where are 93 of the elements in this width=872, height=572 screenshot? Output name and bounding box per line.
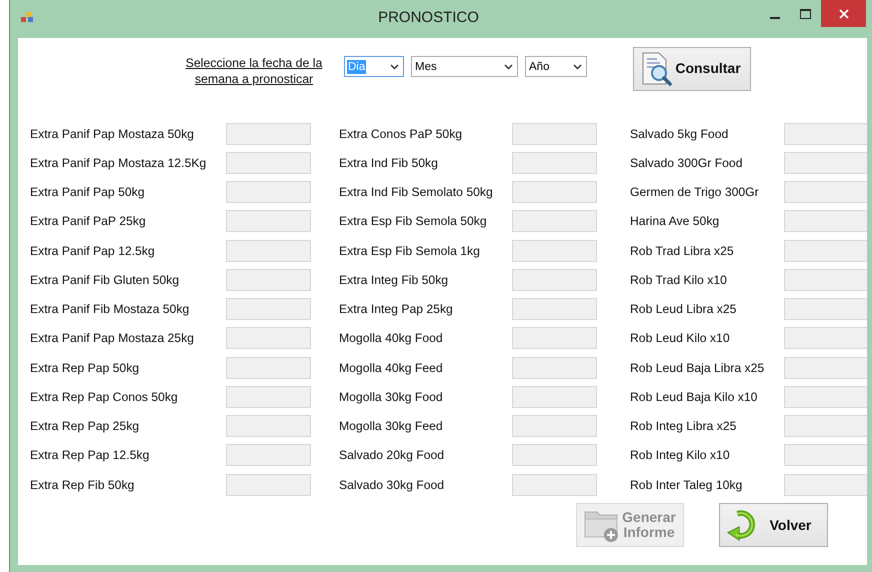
quantity-field[interactable] [784, 181, 867, 204]
quantity-field[interactable] [226, 240, 311, 262]
quantity-field[interactable] [784, 152, 867, 174]
product-label: Extra Panif Pap 12.5kg [30, 244, 156, 258]
product-label: Extra Panif PaP 25kg [30, 214, 147, 228]
quantity-field[interactable] [784, 298, 867, 320]
product-label: Rob Inter Taleg 10kg [630, 478, 744, 492]
quantity-field[interactable] [784, 210, 867, 232]
chevron-down-icon [573, 64, 582, 70]
quantity-field[interactable] [226, 152, 311, 174]
product-label: Extra Rep Pap 12.5kg [30, 448, 150, 462]
product-label: Extra Ind Fib Semolato 50kg [339, 185, 494, 200]
date-prompt: Seleccione la fecha de la semana a pronosticar [184, 55, 324, 87]
search-document-icon [640, 52, 672, 86]
quantity-field[interactable] [512, 444, 597, 466]
quantity-field[interactable] [226, 181, 311, 204]
quantity-field[interactable] [512, 356, 597, 379]
minimize-icon [770, 16, 780, 18]
quantity-field[interactable] [226, 327, 311, 350]
quantity-field[interactable] [512, 298, 597, 320]
product-label: Extra Rep Pap Conos 50kg [30, 390, 179, 404]
product-label: Rob Leud Baja Libra x25 [630, 360, 766, 375]
product-label: Harina Ave 50kg [630, 214, 720, 228]
product-label: Extra Rep Pap 25kg [30, 419, 140, 434]
quantity-field[interactable] [512, 152, 597, 174]
quantity-field[interactable] [512, 122, 597, 145]
product-label: Salvado 20kg Food [339, 448, 446, 462]
quantity-field[interactable] [784, 356, 867, 379]
close-icon [838, 8, 848, 18]
quantity-field[interactable] [784, 415, 867, 438]
product-label: Salvado 300Gr Food [630, 156, 744, 170]
product-label: Rob Trad Libra x25 [630, 244, 735, 258]
product-label: Extra Panif Pap 50kg [30, 185, 146, 200]
quantity-field[interactable] [512, 415, 597, 438]
quantity-field[interactable] [784, 474, 867, 496]
product-label: Extra Panif Pap Mostaza 12.5Kg [30, 156, 208, 170]
close-button[interactable] [821, 0, 866, 27]
quantity-field[interactable] [784, 444, 867, 466]
product-label: Salvado 30kg Food [339, 478, 446, 492]
quantity-field[interactable] [512, 474, 597, 496]
quantity-field[interactable] [226, 356, 311, 379]
product-label: Extra Esp Fib Semola 50kg [339, 214, 488, 228]
product-label: Extra Panif Pap Mostaza 50kg [30, 126, 195, 141]
chevron-down-icon [390, 64, 399, 70]
product-label: Extra Panif Fib Mostaza 50kg [30, 302, 190, 316]
product-label: Extra Conos PaP 50kg [339, 126, 464, 141]
quantity-field[interactable] [784, 122, 867, 145]
product-label: Extra Panif Fib Gluten 50kg [30, 272, 180, 287]
product-label: Extra Esp Fib Semola 1kg [339, 244, 481, 258]
quantity-field[interactable] [226, 298, 311, 320]
product-label: Mogolla 40kg Food [339, 331, 444, 346]
window-title: PRONOSTICO [378, 9, 479, 26]
quantity-field[interactable] [784, 386, 867, 408]
quantity-field[interactable] [512, 386, 597, 408]
product-label: Rob Leud Kilo x10 [630, 331, 731, 346]
product-label: Mogolla 30kg Food [339, 390, 444, 404]
product-label: Mogolla 40kg Feed [339, 360, 444, 375]
quantity-field[interactable] [226, 386, 311, 408]
quantity-field[interactable] [512, 268, 597, 291]
app-icon [21, 11, 34, 23]
dropdown[interactable]: Mes [411, 56, 518, 77]
consultar-button[interactable]: Consultar [633, 47, 751, 91]
dropdown[interactable]: Año [525, 56, 587, 77]
product-label: Extra Integ Pap 25kg [339, 302, 454, 316]
product-label: Rob Trad Kilo x10 [630, 272, 728, 287]
quantity-field[interactable] [226, 122, 311, 145]
quantity-field[interactable] [226, 415, 311, 438]
chevron-down-icon [504, 64, 513, 70]
product-label: Extra Ind Fib 50kg [339, 156, 439, 170]
product-label: Extra Rep Pap 50kg [30, 360, 140, 375]
product-label: Extra Panif Pap Mostaza 25kg [30, 331, 195, 346]
quantity-field[interactable] [784, 268, 867, 291]
quantity-field[interactable] [226, 444, 311, 466]
product-label: Salvado 5kg Food [630, 126, 730, 141]
quantity-field[interactable] [512, 240, 597, 262]
product-label: Germen de Trigo 300Gr [630, 185, 760, 200]
product-label: Extra Integ Fib 50kg [339, 272, 450, 287]
product-label: Rob Integ Libra x25 [630, 419, 738, 434]
quantity-field[interactable] [226, 474, 311, 496]
quantity-field[interactable] [512, 181, 597, 204]
product-label: Rob Leud Baja Kilo x10 [630, 390, 758, 404]
quantity-field[interactable] [784, 240, 867, 262]
quantity-field[interactable] [784, 327, 867, 350]
maximize-icon [800, 8, 811, 18]
product-label: Rob Leud Libra x25 [630, 302, 738, 316]
quantity-field[interactable] [512, 327, 597, 350]
quantity-field[interactable] [226, 210, 311, 232]
quantity-field[interactable] [512, 210, 597, 232]
quantity-field[interactable] [226, 268, 311, 291]
back-button[interactable]: Volver [719, 503, 828, 548]
product-label: Rob Integ Kilo x10 [630, 448, 731, 462]
product-label: Mogolla 30kg Feed [339, 419, 444, 434]
product-label: Extra Rep Fib 50kg [30, 478, 136, 492]
